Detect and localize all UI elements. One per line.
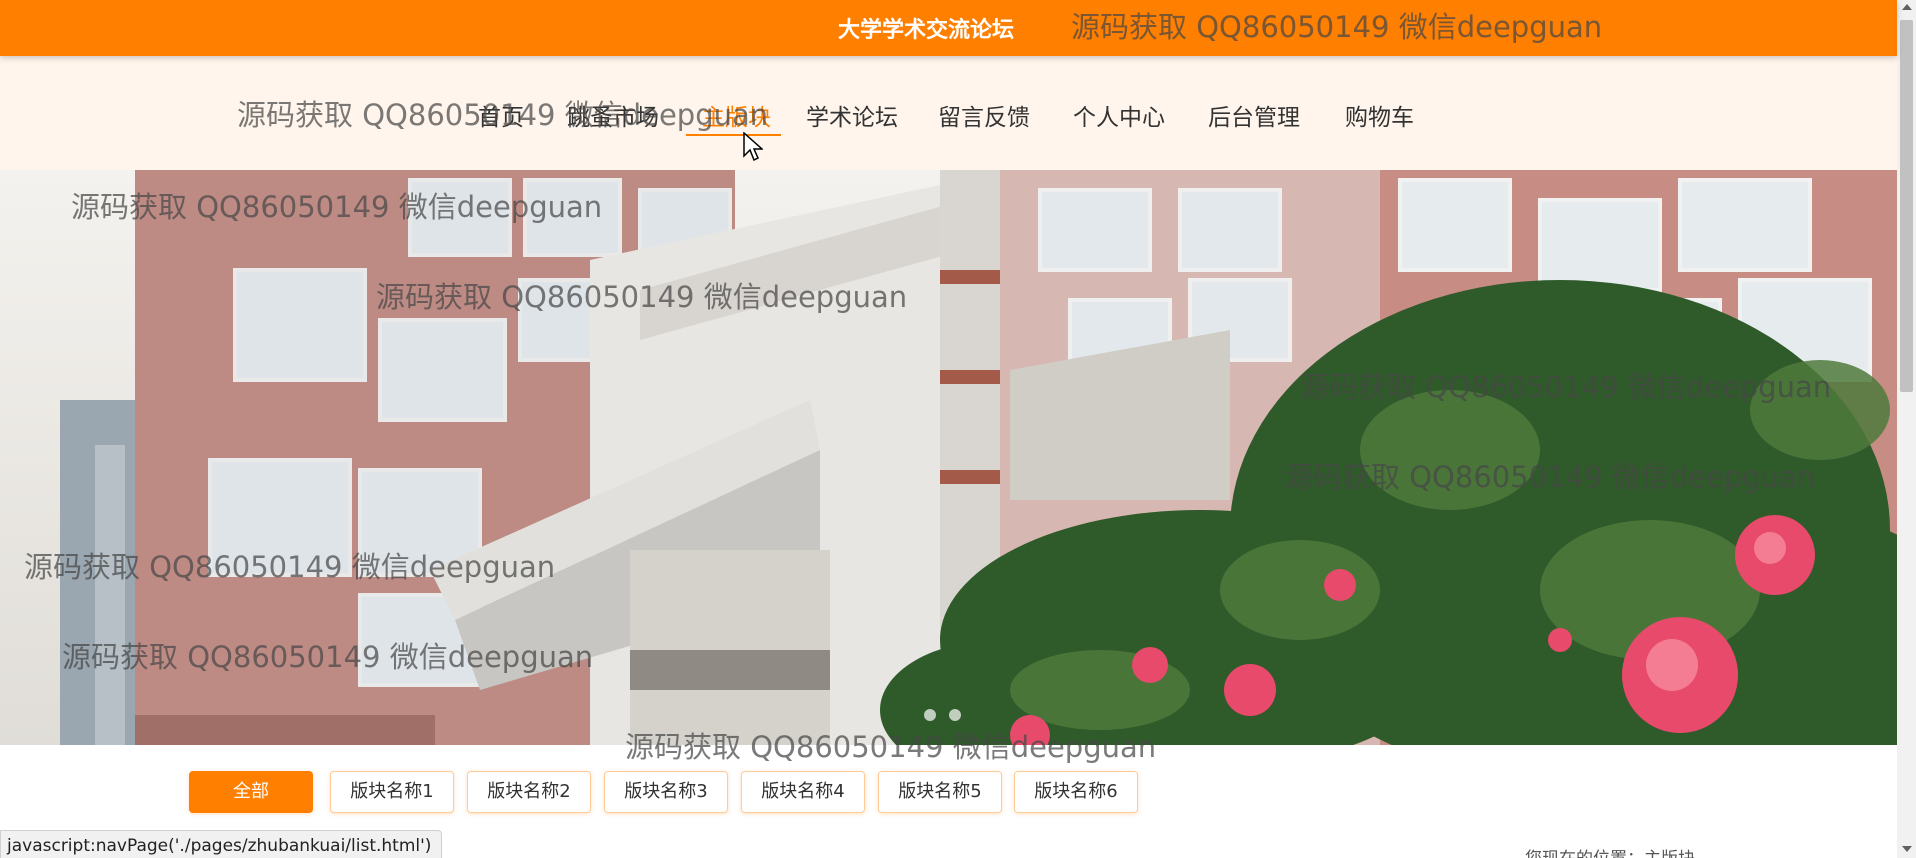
nav-academic-forum[interactable]: 学术论坛 [806, 98, 898, 132]
tab-board-5[interactable]: 版块名称5 [878, 771, 1002, 813]
tab-board-1[interactable]: 版块名称1 [330, 771, 454, 813]
tab-board-2[interactable]: 版块名称2 [467, 771, 591, 813]
nav-main-board[interactable]: 主版块 [702, 98, 771, 132]
nav-home[interactable]: 首页 [478, 98, 524, 132]
top-header-bar: 大学学术交流论坛 [0, 0, 1897, 56]
nav-feedback[interactable]: 留言反馈 [938, 98, 1030, 132]
site-title: 大学学术交流论坛 [838, 18, 1015, 43]
banner-image [0, 170, 1897, 745]
nav-personal-center[interactable]: 个人中心 [1073, 98, 1165, 132]
tab-all[interactable]: 全部 [189, 771, 313, 813]
scroll-up-arrow-icon[interactable] [1902, 4, 1912, 10]
tab-board-3[interactable]: 版块名称3 [604, 771, 728, 813]
nav-admin[interactable]: 后台管理 [1208, 98, 1300, 132]
nav-active-underline [686, 134, 781, 136]
browser-status-url: javascript:navPage('./pages/zhubankuai/l… [0, 830, 443, 858]
campus-building-photo [0, 170, 1897, 745]
tab-board-6[interactable]: 版块名称6 [1014, 771, 1138, 813]
scrollbar-thumb[interactable] [1900, 20, 1913, 392]
nav-cart[interactable]: 购物车 [1345, 98, 1414, 132]
location-breadcrumb: 您现在的位置：主版块 [1525, 844, 1695, 858]
nav-flea-market[interactable]: 跳蚤市场 [567, 98, 659, 132]
mouse-pointer-icon [743, 132, 763, 162]
tab-board-4[interactable]: 版块名称4 [741, 771, 865, 813]
scroll-down-arrow-icon[interactable] [1902, 846, 1912, 852]
